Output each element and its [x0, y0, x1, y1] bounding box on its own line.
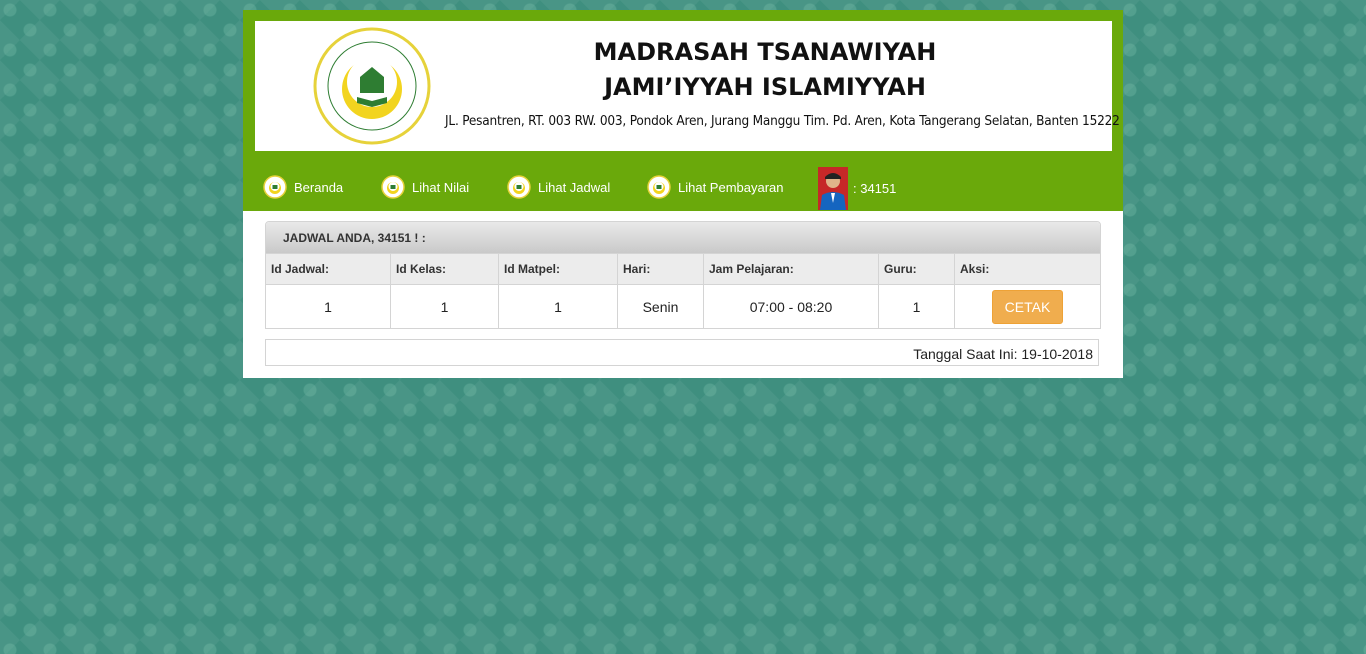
header-band: MADRASAH TSANAWIYAH JAMI’IYYAH ISLAMIYYA…	[243, 10, 1123, 162]
page-container: MADRASAH TSANAWIYAH JAMI’IYYAH ISLAMIYYA…	[243, 10, 1123, 378]
panel-heading: JADWAL ANDA, 34151 ! :	[266, 222, 1100, 253]
crest-icon	[263, 175, 287, 199]
column-header: Jam Pelajaran:	[703, 253, 879, 285]
avatar[interactable]	[818, 167, 848, 210]
nav-item-lihat-jadwal[interactable]: Lihat Jadwal	[507, 174, 610, 200]
cell-id-kelas: 1	[390, 284, 499, 328]
header: MADRASAH TSANAWIYAH JAMI’IYYAH ISLAMIYYA…	[255, 21, 1120, 151]
crest-icon	[507, 175, 531, 199]
school-name: MADRASAH TSANAWIYAH JAMI’IYYAH ISLAMIYYA…	[555, 35, 975, 105]
column-header: Id Kelas:	[390, 253, 499, 285]
school-address: JL. Pesantren, RT. 003 RW. 003, Pondok A…	[445, 113, 1120, 129]
nav-label: Lihat Jadwal	[538, 179, 611, 195]
nav-label: Lihat Nilai	[412, 179, 470, 195]
table-header-row: Id Jadwal: Id Kelas: Id Matpel: Hari: Ja…	[266, 253, 1100, 285]
school-name-line1: MADRASAH TSANAWIYAH	[593, 38, 937, 66]
cell-hari: Senin	[617, 284, 704, 328]
schedule-panel: JADWAL ANDA, 34151 ! : Id Jadwal: Id Kel…	[265, 221, 1101, 329]
nav-item-lihat-pembayaran[interactable]: Lihat Pembayaran	[647, 174, 784, 200]
nav-label: Beranda	[294, 179, 344, 195]
school-name-line2: JAMI’IYYAH ISLAMIYYAH	[604, 73, 926, 101]
cell-guru: 1	[878, 284, 955, 328]
schedule-table: Id Jadwal: Id Kelas: Id Matpel: Hari: Ja…	[266, 253, 1100, 328]
column-header: Hari:	[617, 253, 704, 285]
column-header: Id Matpel:	[498, 253, 618, 285]
nav-item-beranda[interactable]: Beranda	[263, 174, 343, 200]
cell-id-jadwal: 1	[266, 284, 391, 328]
table-row: 1 1 1 Senin 07:00 - 08:20 1 CETAK	[266, 284, 1100, 328]
user-id: : 34151	[853, 181, 897, 196]
current-date: Tanggal Saat Ini: 19-10-2018	[265, 339, 1099, 366]
nav-bar: Beranda Lihat Nilai Lihat Jadwal Lihat P…	[243, 162, 1123, 211]
crest-icon	[381, 175, 405, 199]
cell-jam-pelajaran: 07:00 - 08:20	[703, 284, 879, 328]
nav-label: Lihat Pembayaran	[678, 179, 784, 195]
column-header: Id Jadwal:	[266, 253, 391, 285]
nav-item-lihat-nilai[interactable]: Lihat Nilai	[381, 174, 469, 200]
crest-icon	[647, 175, 671, 199]
cetak-button[interactable]: CETAK	[991, 289, 1064, 324]
cell-aksi: CETAK	[954, 284, 1100, 328]
column-header: Aksi:	[954, 253, 1100, 285]
column-header: Guru:	[878, 253, 955, 285]
cell-id-matpel: 1	[498, 284, 618, 328]
school-crest-icon	[313, 27, 431, 145]
